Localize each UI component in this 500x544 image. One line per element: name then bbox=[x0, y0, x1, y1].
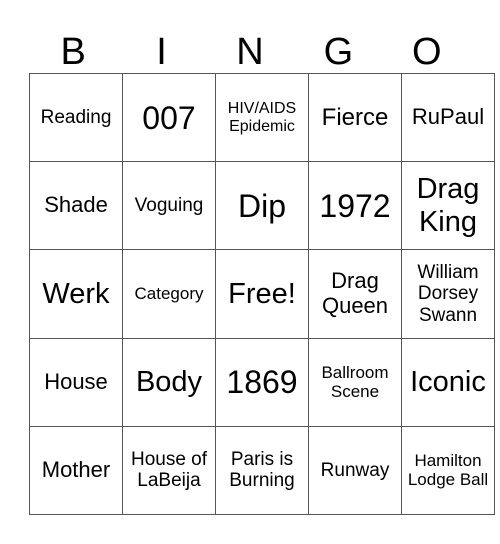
grid-row: Werk Category Free! Drag Queen William D… bbox=[29, 249, 495, 339]
bingo-cell[interactable]: Category bbox=[122, 249, 216, 339]
bingo-cell[interactable]: Shade bbox=[29, 161, 123, 251]
bingo-cell[interactable]: Werk bbox=[29, 249, 123, 339]
bingo-cell[interactable]: Iconic bbox=[401, 337, 495, 427]
bingo-header: B I N G O bbox=[29, 30, 471, 74]
bingo-cell[interactable]: 007 bbox=[122, 72, 216, 163]
grid-row: Reading 007 HIV/AIDS Epidemic Fierce RuP… bbox=[29, 72, 495, 163]
bingo-cell[interactable]: Mother bbox=[29, 425, 123, 516]
bingo-cell[interactable]: Ballroom Scene bbox=[308, 337, 402, 427]
header-letter-n: N bbox=[236, 31, 264, 73]
bingo-cell[interactable]: 1869 bbox=[215, 337, 309, 427]
bingo-cell[interactable]: Reading bbox=[29, 72, 123, 163]
bingo-cell[interactable]: Drag Queen bbox=[308, 249, 402, 339]
bingo-cell[interactable]: Runway bbox=[308, 425, 402, 516]
bingo-cell[interactable]: Body bbox=[122, 337, 216, 427]
bingo-cell[interactable]: Voguing bbox=[122, 161, 216, 251]
bingo-grid: Reading 007 HIV/AIDS Epidemic Fierce RuP… bbox=[29, 72, 495, 516]
bingo-cell[interactable]: Fierce bbox=[308, 72, 402, 163]
bingo-cell[interactable]: Hamilton Lodge Ball bbox=[401, 425, 495, 516]
grid-row: House Body 1869 Ballroom Scene Iconic bbox=[29, 337, 495, 427]
grid-row: Mother House of LaBeija Paris is Burning… bbox=[29, 425, 495, 516]
bingo-cell[interactable]: House of LaBeija bbox=[122, 425, 216, 516]
bingo-cell[interactable]: Dip bbox=[215, 161, 309, 251]
bingo-cell[interactable]: Drag King bbox=[401, 161, 495, 251]
header-letter-b: B bbox=[60, 31, 86, 73]
bingo-cell[interactable]: William Dorsey Swann bbox=[401, 249, 495, 339]
bingo-cell[interactable]: House bbox=[29, 337, 123, 427]
grid-row: Shade Voguing Dip 1972 Drag King bbox=[29, 161, 495, 251]
header-letter-o: O bbox=[411, 31, 442, 73]
bingo-cell[interactable]: Paris is Burning bbox=[215, 425, 309, 516]
bingo-cell[interactable]: 1972 bbox=[308, 161, 402, 251]
free-space-cell[interactable]: Free! bbox=[215, 249, 309, 339]
bingo-cell[interactable]: RuPaul bbox=[401, 72, 495, 163]
header-letter-i: I bbox=[156, 31, 167, 73]
header-letter-g: G bbox=[323, 31, 354, 73]
bingo-cell[interactable]: HIV/AIDS Epidemic bbox=[215, 72, 309, 163]
